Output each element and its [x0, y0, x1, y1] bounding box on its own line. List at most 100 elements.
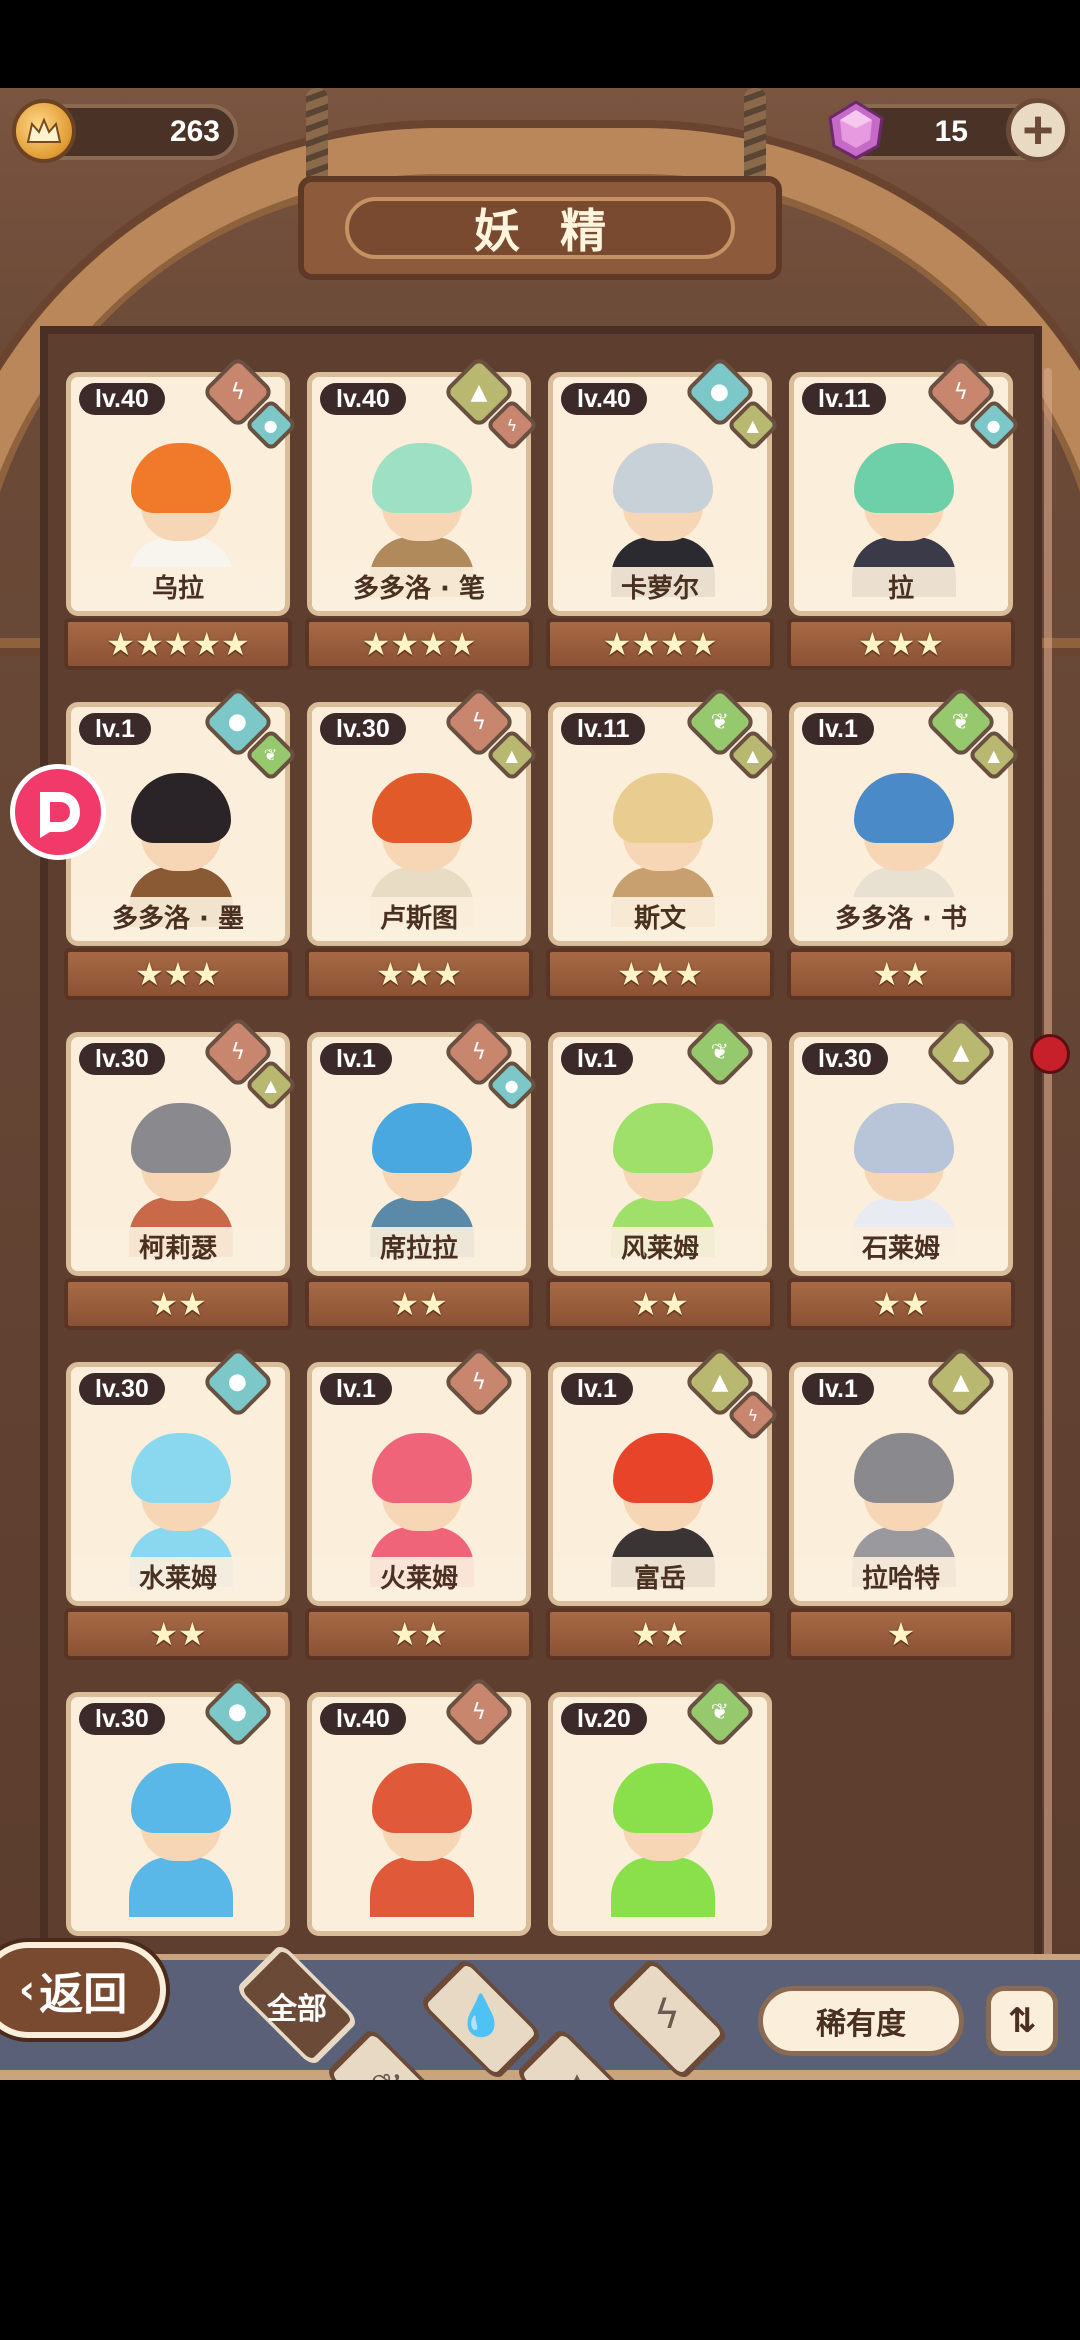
- fairy-card[interactable]: lv.30 卢斯图 ϟ ▲ ★★★: [305, 685, 539, 1000]
- level-badge: lv.20: [561, 1703, 647, 1735]
- star-rating: ★★: [546, 1278, 774, 1330]
- star-rating: ★★★★: [546, 618, 774, 670]
- fairy-name: 多多洛 · 墨: [71, 897, 285, 941]
- fairy-card[interactable]: lv.1 风莱姆 ❦ ★★: [546, 1015, 774, 1330]
- portrait-hair: [613, 1763, 713, 1833]
- level-badge: lv.40: [561, 383, 647, 415]
- star-rating: ★★: [64, 1278, 292, 1330]
- fairy-grid-scroll[interactable]: 红★★★★★★索菲亚★★★★★贝蒂★★★★★阿拉汀★★★★★lv.40乌拉ϟ●★…: [56, 342, 1026, 2044]
- level-badge: lv.1: [802, 713, 874, 745]
- star-rating: ★★★★★: [64, 618, 292, 670]
- title-signboard: 妖精: [298, 176, 782, 280]
- level-badge: lv.1: [561, 1043, 633, 1075]
- portrait-body: [611, 1857, 715, 1917]
- level-badge: lv.30: [802, 1043, 888, 1075]
- star-rating: ★★: [787, 948, 1015, 1000]
- portrait-hair: [854, 773, 954, 843]
- scrollbar-track[interactable]: [1044, 368, 1052, 2008]
- fairy-name: 水莱姆: [71, 1557, 285, 1601]
- portrait-hair: [131, 1433, 231, 1503]
- chevron-left-icon: ‹: [18, 1967, 36, 2013]
- fairy-card[interactable]: lv.1 席拉拉 ϟ ● ★★: [305, 1015, 539, 1330]
- star-rating: ★: [787, 1608, 1015, 1660]
- plus-icon: +: [1022, 100, 1054, 160]
- fairy-card[interactable]: lv.30 柯莉瑟 ϟ ▲ ★★: [64, 1015, 298, 1330]
- fairy-card[interactable]: lv.30 水莱姆 ● ★★: [64, 1345, 292, 1660]
- back-button[interactable]: ‹ 返回: [0, 1942, 166, 2038]
- portrait-body: [370, 1857, 474, 1917]
- fairy-card[interactable]: lv.11 斯文 ❦ ▲ ★★★: [546, 685, 780, 1000]
- portrait-hair: [854, 1433, 954, 1503]
- level-badge: lv.1: [802, 1373, 874, 1405]
- star-rating: ★★★: [546, 948, 774, 1000]
- fairy-name: 拉哈特: [794, 1557, 1008, 1601]
- portrait-hair: [372, 773, 472, 843]
- fairy-name: 多多洛 · 书: [794, 897, 1008, 941]
- portrait-hair: [372, 443, 472, 513]
- ladybug-icon[interactable]: [1030, 1034, 1070, 1074]
- fairy-card[interactable]: lv.40 乌拉 ϟ ● ★★★★★: [64, 355, 298, 670]
- fairy-portrait: [593, 1757, 733, 1917]
- portrait-hair: [131, 773, 231, 843]
- level-badge: lv.11: [561, 713, 646, 745]
- star-rating: ★★: [305, 1608, 533, 1660]
- fairy-name: 风莱姆: [553, 1227, 767, 1271]
- level-badge: lv.40: [320, 383, 406, 415]
- floating-app-logo-button[interactable]: [10, 764, 106, 860]
- level-badge: lv.1: [561, 1373, 633, 1405]
- portrait-hair: [131, 1103, 231, 1173]
- level-badge: lv.30: [79, 1703, 165, 1735]
- star-rating: ★★: [787, 1278, 1015, 1330]
- fairy-card[interactable]: lv.1 火莱姆 ϟ ★★: [305, 1345, 533, 1660]
- pink-gem-icon: [824, 98, 888, 162]
- portrait-hair: [372, 1433, 472, 1503]
- fairy-card[interactable]: lv.30 ●: [66, 1675, 290, 1982]
- level-badge: lv.1: [320, 1043, 392, 1075]
- rarity-sort-button[interactable]: 稀有度: [758, 1986, 964, 2056]
- mountain-icon: ▲: [537, 2064, 617, 2080]
- fairy-portrait: [111, 1757, 251, 1917]
- portrait-hair: [613, 1433, 713, 1503]
- star-rating: ★★: [305, 1278, 533, 1330]
- filter-all-label: 全部: [267, 1992, 327, 2027]
- star-rating: ★★★: [787, 618, 1015, 670]
- level-badge: lv.40: [79, 383, 165, 415]
- fairy-card[interactable]: lv.20 ❦: [548, 1675, 772, 1982]
- coin-amount: 263: [169, 115, 220, 148]
- portrait-hair: [131, 443, 231, 513]
- fairy-card[interactable]: lv.40 ϟ: [307, 1675, 531, 1982]
- level-badge: lv.30: [79, 1373, 165, 1405]
- sort-order-button[interactable]: ⇅: [986, 1986, 1058, 2056]
- fairy-name: 多多洛 · 笔: [312, 567, 526, 611]
- portrait-hair: [613, 443, 713, 513]
- add-gems-button[interactable]: +: [1006, 98, 1070, 162]
- level-badge: lv.30: [320, 713, 406, 745]
- sprout-icon: ❦: [347, 2066, 427, 2080]
- portrait-hair: [613, 773, 713, 843]
- portrait-body: [129, 1857, 233, 1917]
- fairy-name: 席拉拉: [312, 1227, 526, 1271]
- portrait-hair: [613, 1103, 713, 1173]
- portrait-hair: [372, 1763, 472, 1833]
- star-rating: ★★★★: [305, 618, 533, 670]
- fairy-name: 富岳: [553, 1557, 767, 1601]
- fairy-name: 柯莉瑟: [71, 1227, 285, 1271]
- fairy-card[interactable]: lv.11 拉 ϟ ● ★★★: [787, 355, 1021, 670]
- fairy-name: 卢斯图: [312, 897, 526, 941]
- game-screen: 妖精 263 15 + 红★★★★★★索菲亚★★★★★贝蒂★★★★★阿拉汀★★★…: [0, 88, 1080, 2080]
- fairy-card[interactable]: lv.1 多多洛 · 墨 ● ❦ ★★★: [64, 685, 298, 1000]
- lightning-cloud-icon: ϟ: [653, 1992, 681, 2038]
- portrait-hair: [854, 443, 954, 513]
- fairy-card[interactable]: lv.40 多多洛 · 笔 ▲ ϟ ★★★★: [305, 355, 539, 670]
- level-badge: lv.11: [802, 383, 887, 415]
- gem-amount: 15: [934, 115, 968, 148]
- portrait-hair: [854, 1103, 954, 1173]
- fairy-card[interactable]: lv.1 富岳 ▲ ϟ ★★: [546, 1345, 780, 1660]
- fairy-name: 乌拉: [71, 567, 285, 611]
- fairy-card[interactable]: lv.40 卡萝尔 ● ▲ ★★★★: [546, 355, 780, 670]
- fairy-card[interactable]: lv.1 拉哈特 ▲ ★: [787, 1345, 1015, 1660]
- fairy-card[interactable]: lv.1 多多洛 · 书 ❦ ▲ ★★: [787, 685, 1021, 1000]
- fairy-card[interactable]: lv.30 石莱姆 ▲ ★★: [787, 1015, 1015, 1330]
- fairy-name: 拉: [794, 567, 1008, 611]
- fairy-name: 石莱姆: [794, 1227, 1008, 1271]
